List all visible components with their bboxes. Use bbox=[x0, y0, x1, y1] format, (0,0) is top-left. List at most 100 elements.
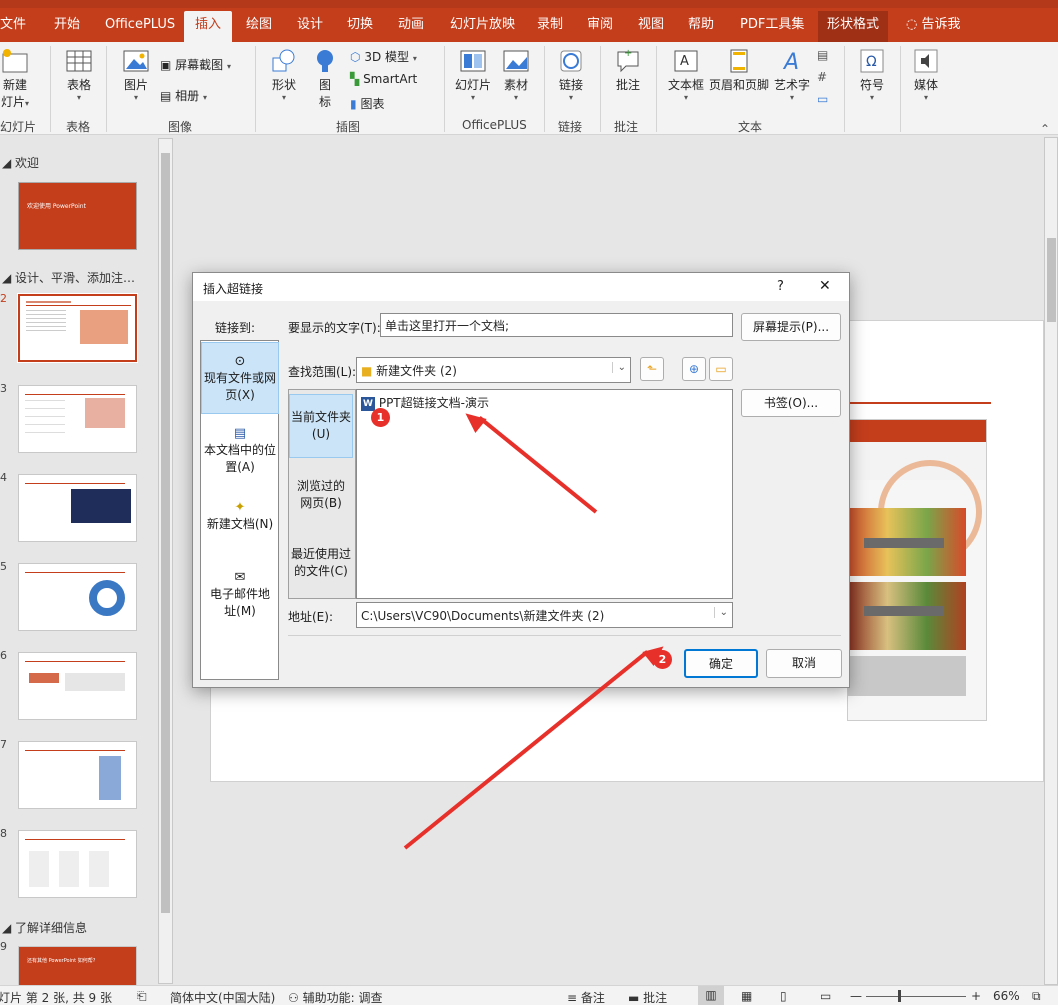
file-list: W PPT超链接文档-演示 bbox=[356, 389, 733, 599]
link-place-in-document[interactable]: ▤ 本文档中的位置(A) bbox=[201, 425, 279, 485]
tell-me[interactable]: ◌ 告诉我 bbox=[902, 11, 965, 42]
speaker-icon bbox=[914, 49, 938, 73]
accessibility-status[interactable]: ⚇ 辅助功能: 调查 bbox=[288, 989, 382, 1005]
tab-shape-format[interactable]: 形状格式 bbox=[818, 11, 889, 42]
tab-animations[interactable]: 动画 bbox=[394, 11, 428, 42]
zoom-in-icon[interactable]: + bbox=[971, 989, 981, 1003]
album-button[interactable]: ▤ 相册 ▾ bbox=[160, 87, 207, 104]
tab-design[interactable]: 设计 bbox=[293, 11, 327, 42]
materials-button[interactable]: 素材 ▾ bbox=[498, 48, 534, 102]
new-slide-button[interactable]: 新建 灯片▾ bbox=[0, 48, 30, 110]
language-indicator[interactable]: 简体中文(中国大陆) bbox=[170, 989, 275, 1005]
picture-button[interactable]: 图片 ▾ bbox=[116, 48, 156, 102]
tab-transitions[interactable]: 切换 bbox=[343, 11, 377, 42]
smartart-button[interactable]: ▚ SmartArt bbox=[350, 72, 417, 86]
display-text-input[interactable]: 单击这里打开一个文档; bbox=[380, 313, 733, 337]
slide-thumbnail-9[interactable]: 还有其他 PowerPoint 如何帮? bbox=[18, 946, 137, 986]
cube-icon: ⬡ bbox=[350, 50, 361, 64]
slide-thumbnail-6[interactable] bbox=[18, 652, 137, 720]
link-email-address[interactable]: ✉ 电子邮件地址(M) bbox=[201, 569, 279, 629]
scrollbar-thumb[interactable] bbox=[161, 153, 170, 913]
cancel-button[interactable]: 取消 bbox=[766, 649, 842, 678]
tab-current-folder[interactable]: 当前文件夹(U) bbox=[289, 394, 353, 458]
slideshow-icon[interactable]: ▭ bbox=[820, 989, 831, 1003]
tab-insert[interactable]: 插入 bbox=[184, 11, 232, 42]
icons-button[interactable]: 图 标 bbox=[310, 48, 340, 110]
header-footer-button[interactable]: 页眉和页脚 bbox=[708, 48, 770, 93]
close-icon[interactable]: ✕ bbox=[819, 278, 831, 294]
slides-button[interactable]: 幻灯片 ▾ bbox=[452, 48, 494, 102]
slide-thumbnail-2[interactable] bbox=[17, 293, 138, 363]
thumbnail-scrollbar[interactable] bbox=[158, 138, 173, 984]
tab-browsed-pages[interactable]: 浏览过的网页(B) bbox=[289, 478, 353, 526]
slide-number-icon[interactable]: # bbox=[817, 70, 827, 84]
chart-button[interactable]: ▮ 图表 bbox=[350, 95, 384, 112]
browse-file-icon[interactable]: ▭ bbox=[709, 357, 733, 381]
object-icon[interactable]: ▭ bbox=[817, 92, 828, 106]
browse-web-icon[interactable]: ⊕ bbox=[682, 357, 706, 381]
link-existing-file[interactable]: ⊙ 现有文件或网页(X) bbox=[201, 342, 279, 414]
zoom-level[interactable]: 66% bbox=[993, 989, 1020, 1003]
bookmark-button[interactable]: 书签(O)... bbox=[741, 389, 841, 417]
scrollbar-thumb[interactable] bbox=[1047, 238, 1056, 322]
address-input[interactable]: C:\Users\VC90\Documents\新建文件夹 (2) ⌄ bbox=[356, 602, 733, 628]
up-folder-icon[interactable]: ⬑ bbox=[640, 357, 664, 381]
tab-pdf-tools[interactable]: PDF工具集 bbox=[736, 11, 808, 42]
spell-check-icon[interactable]: ⎗ bbox=[137, 989, 147, 1004]
reading-view-icon[interactable]: ▯ bbox=[780, 989, 787, 1003]
fit-to-window-icon[interactable]: ⧉ bbox=[1032, 989, 1041, 1004]
zoom-slider-thumb[interactable] bbox=[898, 990, 901, 1002]
notes-button[interactable]: ≡ 备注 bbox=[567, 989, 605, 1005]
shapes-button[interactable]: 形状 ▾ bbox=[266, 48, 302, 102]
dialog-titlebar: 插入超链接 ? ✕ bbox=[193, 273, 849, 301]
collapse-ribbon-icon[interactable]: ⌃ bbox=[1040, 122, 1050, 136]
link-button[interactable]: 链接 ▾ bbox=[552, 48, 590, 102]
tab-help[interactable]: 帮助 bbox=[684, 11, 718, 42]
tab-review[interactable]: 审阅 bbox=[583, 11, 617, 42]
symbol-button[interactable]: Ω 符号 ▾ bbox=[852, 48, 892, 102]
slide-sorter-icon[interactable]: ▦ bbox=[741, 989, 752, 1003]
slide-thumbnail-1[interactable]: 欢迎使用 PowerPoint bbox=[18, 182, 137, 250]
section-design[interactable]: ◢ 设计、平滑、添加注… bbox=[2, 269, 135, 286]
tab-slideshow[interactable]: 幻灯片放映 bbox=[446, 11, 519, 42]
help-button[interactable]: ? bbox=[777, 279, 784, 294]
comments-button[interactable]: ▬ 批注 bbox=[628, 989, 667, 1005]
look-in-select[interactable]: ■ 新建文件夹 (2) ⌄ bbox=[356, 357, 631, 383]
media-button[interactable]: 媒体 ▾ bbox=[906, 48, 946, 102]
svg-text:+: + bbox=[624, 48, 632, 59]
comment-icon: + bbox=[617, 48, 639, 73]
section-welcome[interactable]: ◢ 欢迎 bbox=[2, 154, 39, 171]
tab-officeplus[interactable]: OfficePLUS bbox=[101, 11, 179, 42]
slide-thumbnail-3[interactable] bbox=[18, 385, 137, 453]
slide-thumbnail-4[interactable] bbox=[18, 474, 137, 542]
table-button[interactable]: 表格 ▾ bbox=[60, 48, 98, 102]
tab-draw[interactable]: 绘图 bbox=[242, 11, 276, 42]
accessibility-icon: ⚇ bbox=[288, 991, 299, 1005]
chevron-down-icon: ▾ bbox=[789, 93, 794, 102]
tab-view[interactable]: 视图 bbox=[634, 11, 668, 42]
zoom-slider[interactable] bbox=[866, 996, 966, 997]
section-learn-more[interactable]: ◢ 了解详细信息 bbox=[2, 919, 87, 936]
link-new-document[interactable]: ✦ 新建文档(N) bbox=[201, 499, 279, 549]
ok-button[interactable]: 确定 bbox=[684, 649, 758, 678]
3d-model-button[interactable]: ⬡ 3D 模型 ▾ bbox=[350, 48, 417, 65]
tab-record[interactable]: 录制 bbox=[533, 11, 567, 42]
slide-thumbnail-8[interactable] bbox=[18, 830, 137, 898]
wordart-button[interactable]: A 艺术字 ▾ bbox=[772, 48, 812, 102]
lightbulb-icon: ◌ bbox=[906, 17, 918, 32]
zoom-out-icon[interactable]: — bbox=[850, 989, 862, 1003]
tab-home[interactable]: 开始 bbox=[50, 11, 84, 42]
date-time-icon[interactable]: ▤ bbox=[817, 48, 828, 62]
textbox-button[interactable]: A 文本框 ▾ bbox=[664, 48, 708, 102]
canvas-scrollbar[interactable] bbox=[1044, 137, 1058, 985]
screentip-button[interactable]: 屏幕提示(P)... bbox=[741, 313, 841, 341]
slide-thumbnail-7[interactable] bbox=[18, 741, 137, 809]
comment-button[interactable]: + 批注 bbox=[608, 48, 648, 93]
slide-thumbnail-5[interactable] bbox=[18, 563, 137, 631]
link-icon bbox=[560, 50, 582, 72]
tab-file[interactable]: 文件 bbox=[0, 11, 30, 42]
normal-view-icon[interactable]: ▥ bbox=[698, 986, 724, 1005]
group-text: 文本 bbox=[738, 120, 763, 134]
screenshot-button[interactable]: ▣ 屏幕截图 ▾ bbox=[160, 56, 231, 73]
tab-recent-files[interactable]: 最近使用过的文件(C) bbox=[289, 546, 353, 586]
